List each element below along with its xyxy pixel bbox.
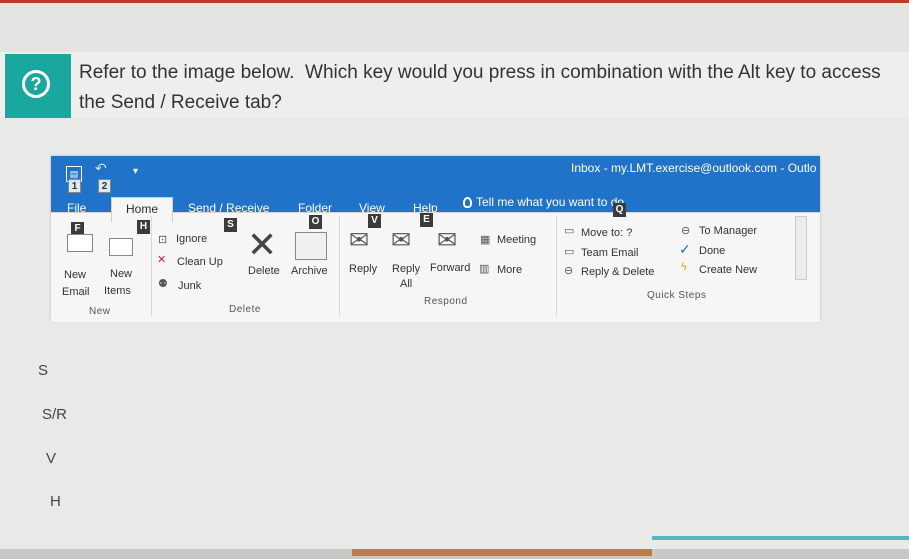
separator — [339, 216, 340, 316]
keytip-tell-me: Q — [613, 203, 626, 217]
ignore-button[interactable]: Ignore — [176, 233, 207, 245]
window-title: Inbox - my.LMT.exercise@outlook.com - Ou… — [571, 161, 817, 175]
group-new-label: New — [89, 306, 111, 317]
tell-me-box[interactable]: Tell me what you want to do — [463, 195, 624, 209]
question-text: Refer to the image below. Which key woul… — [79, 62, 886, 113]
tab-view[interactable]: View — [359, 201, 385, 215]
archive-icon — [295, 232, 327, 260]
meeting-icon: ▦ — [480, 234, 491, 246]
separator — [151, 216, 152, 316]
keytip-folder: O — [309, 215, 322, 229]
header-band — [0, 3, 909, 53]
done-check-icon: ✓ — [679, 241, 691, 257]
tab-folder[interactable]: Folder — [298, 201, 332, 215]
reply-icon: ✉ — [349, 227, 370, 254]
delete-button[interactable]: Delete — [248, 265, 280, 277]
archive-button[interactable]: Archive — [291, 265, 328, 277]
tab-file[interactable]: File — [67, 201, 86, 215]
separator — [556, 216, 557, 316]
group-quick-steps-label: Quick Steps — [647, 290, 707, 301]
delete-icon: ✕ — [247, 224, 278, 265]
answer-option-3[interactable]: V — [46, 450, 56, 467]
undo-icon[interactable]: ↶ — [95, 160, 107, 177]
move-to-icon: ▭ — [564, 225, 575, 237]
clean-up-button[interactable]: Clean Up — [177, 256, 223, 268]
forward-icon: ✉ — [437, 227, 458, 254]
to-manager-icon: ⊖ — [681, 225, 691, 237]
keytip-view: V — [368, 214, 381, 228]
keytip-help: E — [420, 213, 433, 227]
tab-send-receive[interactable]: Send / Receive — [188, 201, 269, 215]
keytip-home: H — [137, 220, 150, 234]
quick-step-reply-delete[interactable]: Reply & Delete — [581, 266, 654, 278]
new-email-label-2[interactable]: Email — [62, 286, 90, 298]
reply-all-label-1[interactable]: Reply — [392, 263, 420, 275]
quick-step-done[interactable]: Done — [699, 245, 725, 257]
more-icon: ▥ — [479, 263, 490, 275]
keytip-qat-1: 1 — [68, 179, 81, 193]
new-email-icon — [67, 234, 93, 252]
keytip-send-receive: S — [224, 218, 237, 232]
team-email-icon: ▭ — [564, 246, 575, 258]
group-delete-label: Delete — [229, 304, 261, 315]
quick-step-team-email[interactable]: Team Email — [581, 247, 638, 259]
reply-delete-icon: ⊖ — [564, 265, 574, 277]
meeting-button[interactable]: Meeting — [497, 234, 536, 246]
lightbulb-icon — [463, 197, 472, 208]
junk-icon: ⚉ — [158, 278, 168, 290]
bottom-accent — [352, 549, 652, 556]
help-icon: ? — [22, 70, 50, 98]
quick-step-to-manager[interactable]: To Manager — [699, 225, 757, 237]
clean-up-icon: ✕ — [157, 254, 167, 266]
answer-option-2[interactable]: S/R — [42, 406, 67, 423]
keytip-qat-2: 2 — [98, 179, 111, 193]
more-button[interactable]: More — [497, 264, 522, 276]
tell-me-text: Tell me what you want to do — [476, 195, 625, 209]
ignore-icon: ⊡ — [158, 234, 168, 246]
tab-home[interactable]: Home — [111, 197, 174, 222]
customize-qat-icon[interactable]: ▾ — [133, 166, 138, 177]
bottom-accent-teal — [652, 536, 909, 540]
reply-all-icon: ✉ — [391, 227, 412, 254]
junk-button[interactable]: Junk — [178, 280, 201, 292]
create-new-icon: ϟ — [681, 261, 687, 273]
answer-option-4[interactable]: H — [50, 493, 61, 510]
quick-step-move-to[interactable]: Move to: ? — [581, 227, 632, 239]
outlook-window: ▤ 1 ↶ 2 ▾ Inbox - my.LMT.exercise@outloo… — [51, 156, 820, 322]
quick-step-create-new[interactable]: Create New — [699, 264, 757, 276]
new-items-label-2[interactable]: Items — [104, 285, 131, 297]
forward-button[interactable]: Forward — [430, 262, 470, 274]
new-items-label-1[interactable]: New — [110, 268, 132, 280]
answer-option-1[interactable]: S — [38, 362, 48, 379]
reply-button[interactable]: Reply — [349, 263, 377, 275]
quick-steps-scrollbar[interactable] — [795, 216, 807, 280]
new-email-label-1[interactable]: New — [64, 269, 86, 281]
group-respond-label: Respond — [424, 296, 468, 307]
reply-all-label-2[interactable]: All — [400, 278, 412, 290]
new-items-icon — [109, 238, 133, 256]
